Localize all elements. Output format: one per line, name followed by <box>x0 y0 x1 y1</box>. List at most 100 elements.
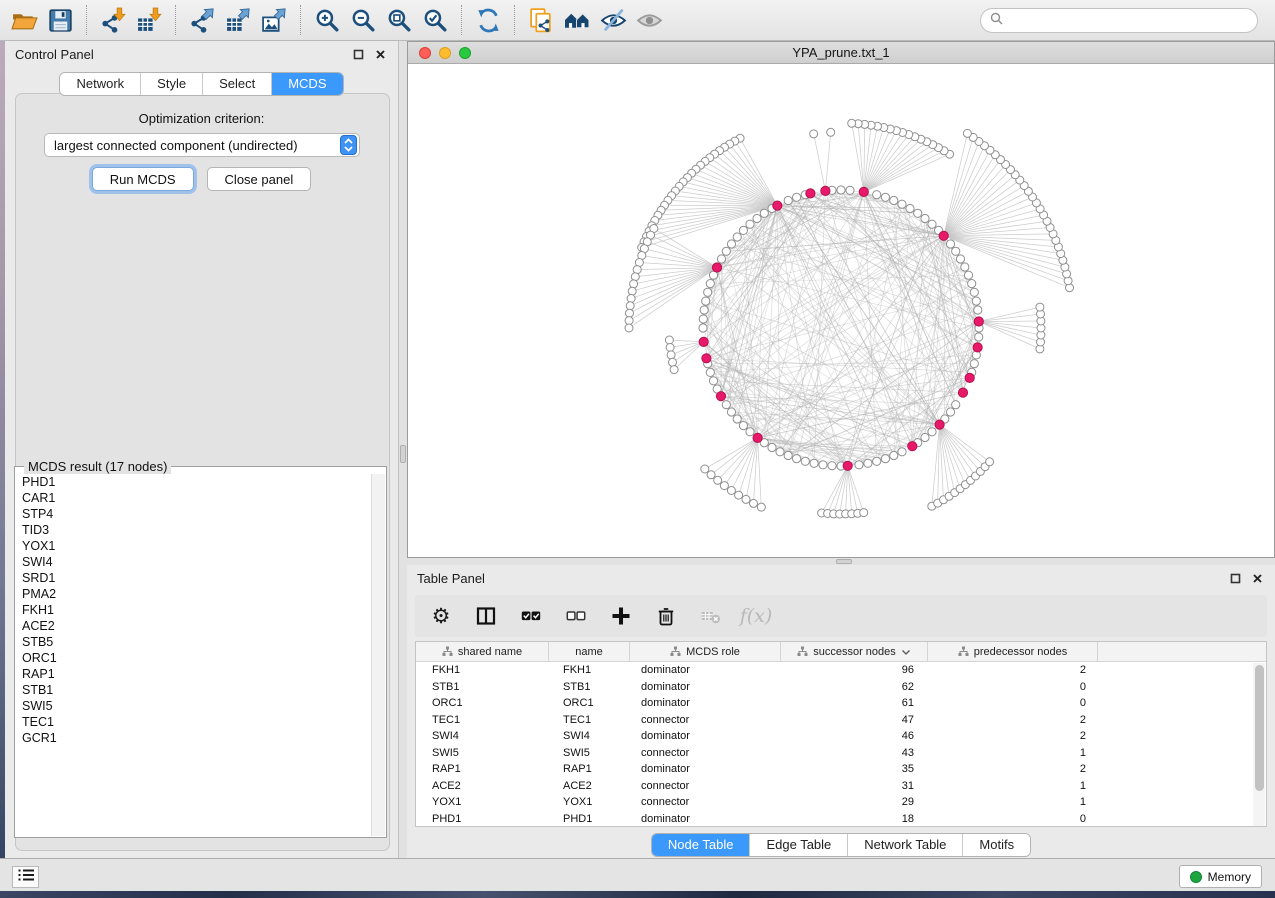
mcds-result-item[interactable]: ORC1 <box>22 650 371 666</box>
mcds-result-item[interactable]: CAR1 <box>22 490 371 506</box>
close-table-panel-icon[interactable] <box>1249 570 1265 586</box>
hide-selected-button[interactable] <box>595 3 631 37</box>
mcds-result-item[interactable]: YOX1 <box>22 538 371 554</box>
table-row[interactable]: ACE2ACE2connector311 <box>416 778 1266 795</box>
mcds-result-item[interactable]: SRD1 <box>22 570 371 586</box>
refresh-layout-button[interactable] <box>470 3 506 37</box>
clone-network-button[interactable] <box>523 3 559 37</box>
tab-network-table[interactable]: Network Table <box>847 834 962 856</box>
select-all-button[interactable] <box>519 605 543 627</box>
network-canvas[interactable] <box>408 64 1274 557</box>
mcds-node[interactable] <box>712 263 721 272</box>
delete-column-button[interactable] <box>654 605 678 627</box>
table-row[interactable]: ORC1ORC1dominator610 <box>416 695 1266 712</box>
vertical-splitter-grip[interactable] <box>400 445 406 463</box>
export-image-button[interactable] <box>256 3 292 37</box>
mcds-node[interactable] <box>935 420 944 429</box>
table-settings-button[interactable]: ⚙ <box>429 605 453 627</box>
close-panel-button[interactable]: Close panel <box>207 167 312 191</box>
zoom-in-button[interactable] <box>309 3 345 37</box>
tab-network[interactable]: Network <box>60 73 140 95</box>
horizontal-splitter[interactable] <box>407 558 1275 565</box>
zoom-fit-button[interactable] <box>381 3 417 37</box>
mcds-result-item[interactable]: SWI5 <box>22 698 371 714</box>
column-header-shared-name[interactable]: shared name <box>416 642 549 661</box>
minimize-window-icon[interactable] <box>439 47 451 59</box>
import-table-button[interactable] <box>131 3 167 37</box>
save-session-button[interactable] <box>42 3 78 37</box>
export-table-button[interactable] <box>220 3 256 37</box>
column-header-predecessor-nodes[interactable]: predecessor nodes <box>928 642 1098 661</box>
column-header-successor-nodes[interactable]: successor nodes <box>781 642 928 661</box>
open-file-button[interactable] <box>6 3 42 37</box>
memory-button[interactable]: Memory <box>1179 865 1262 888</box>
deselect-all-button[interactable] <box>564 605 588 627</box>
mcds-node[interactable] <box>939 231 948 240</box>
table-row[interactable]: RAP1RAP1dominator352 <box>416 761 1266 778</box>
mcds-node[interactable] <box>821 186 830 195</box>
mcds-node[interactable] <box>973 343 982 352</box>
table-scrollbar[interactable] <box>1253 663 1265 827</box>
tab-edge-table[interactable]: Edge Table <box>749 834 847 856</box>
add-column-button[interactable] <box>609 605 633 627</box>
mcds-node[interactable] <box>843 461 852 470</box>
mcds-result-list[interactable]: PHD1CAR1STP4TID3YOX1SWI4SRD1PMA2FKH1ACE2… <box>16 474 371 836</box>
search-input[interactable] <box>1008 14 1257 28</box>
column-layout-button[interactable] <box>474 605 498 627</box>
tab-node-table[interactable]: Node Table <box>652 834 750 856</box>
column-header-name[interactable]: name <box>549 642 630 661</box>
table-row[interactable]: TEC1TEC1connector472 <box>416 712 1266 729</box>
mcds-node[interactable] <box>773 201 782 210</box>
float-window-icon[interactable] <box>350 46 366 62</box>
tab-mcds[interactable]: MCDS <box>271 73 342 95</box>
export-network-button[interactable] <box>184 3 220 37</box>
mcds-node[interactable] <box>958 388 967 397</box>
mcds-result-item[interactable]: PMA2 <box>22 586 371 602</box>
tab-select[interactable]: Select <box>202 73 271 95</box>
table-row[interactable]: FKH1FKH1dominator962 <box>416 662 1266 679</box>
table-row[interactable]: SWI5SWI5connector431 <box>416 745 1266 762</box>
search-box[interactable] <box>980 8 1258 33</box>
mcds-result-item[interactable]: TEC1 <box>22 714 371 730</box>
mcds-node[interactable] <box>702 354 711 363</box>
network-window-titlebar[interactable]: YPA_prune.txt_1 <box>408 42 1274 64</box>
mcds-result-item[interactable]: TID3 <box>22 522 371 538</box>
table-row[interactable]: YOX1YOX1connector291 <box>416 794 1266 811</box>
mcds-node[interactable] <box>699 337 708 346</box>
mcds-result-item[interactable]: ACE2 <box>22 618 371 634</box>
mcds-result-item[interactable]: STB5 <box>22 634 371 650</box>
horizontal-splitter-grip[interactable] <box>836 559 852 564</box>
tab-motifs[interactable]: Motifs <box>962 834 1030 856</box>
table-row[interactable]: PHD1PHD1dominator180 <box>416 811 1266 828</box>
mcds-node[interactable] <box>716 392 725 401</box>
criterion-dropdown[interactable]: largest connected component (undirected) <box>44 133 360 157</box>
run-mcds-button[interactable]: Run MCDS <box>92 167 194 191</box>
table-row[interactable]: STB1STB1dominator620 <box>416 679 1266 696</box>
float-table-panel-icon[interactable] <box>1227 570 1243 586</box>
zoom-selected-button[interactable] <box>417 3 453 37</box>
mcds-node[interactable] <box>965 373 974 382</box>
mcds-node[interactable] <box>753 433 762 442</box>
table-row[interactable]: SWI4SWI4dominator462 <box>416 728 1266 745</box>
zoom-out-button[interactable] <box>345 3 381 37</box>
close-panel-icon[interactable] <box>372 46 388 62</box>
mcds-result-scrollbar[interactable] <box>371 474 385 836</box>
import-network-button[interactable] <box>95 3 131 37</box>
mcds-node[interactable] <box>806 189 815 198</box>
mcds-result-item[interactable]: STB1 <box>22 682 371 698</box>
mcds-result-item[interactable]: RAP1 <box>22 666 371 682</box>
mcds-result-item[interactable]: GCR1 <box>22 730 371 746</box>
table-scrollbar-thumb[interactable] <box>1255 665 1264 791</box>
tab-style[interactable]: Style <box>140 73 202 95</box>
mcds-result-item[interactable]: PHD1 <box>22 474 371 490</box>
task-history-button[interactable] <box>12 866 39 888</box>
column-header-MCDS-role[interactable]: MCDS role <box>630 642 781 661</box>
mcds-result-item[interactable]: STP4 <box>22 506 371 522</box>
vertical-splitter[interactable] <box>399 41 407 858</box>
network-graph[interactable] <box>408 64 1274 557</box>
maximize-window-icon[interactable] <box>459 47 471 59</box>
mcds-result-item[interactable]: FKH1 <box>22 602 371 618</box>
mcds-node[interactable] <box>974 317 983 326</box>
mcds-node[interactable] <box>908 442 917 451</box>
close-window-icon[interactable] <box>419 47 431 59</box>
